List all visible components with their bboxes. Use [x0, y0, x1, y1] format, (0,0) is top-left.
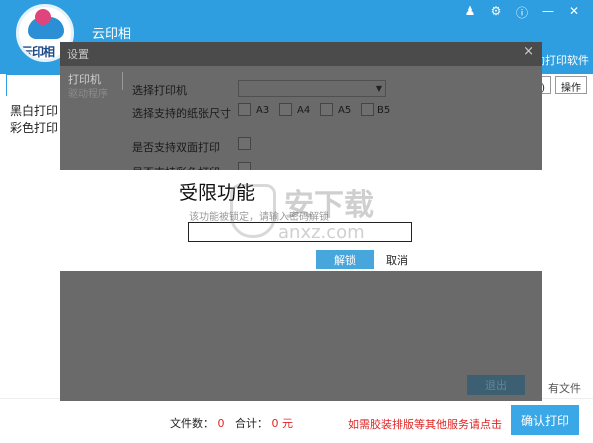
confirm-print-button[interactable]: 确认打印 [511, 405, 579, 435]
exit-button[interactable]: 退出 [467, 375, 525, 395]
watermark-cn: 安下载 [284, 188, 374, 223]
window-controls: ♟ ⚙ ⓘ — ✕ [463, 4, 581, 21]
cloud-icon [28, 9, 64, 39]
list-item-bw[interactable]: 黑白打印 [10, 103, 58, 120]
list-item-color[interactable]: 彩色打印 [10, 120, 58, 137]
watermark-en: anxz.com [278, 222, 365, 243]
checkbox-a5[interactable] [320, 103, 333, 116]
settings-title: 设置 [67, 48, 89, 61]
footer-stats: 文件数： 0 合计： 0 元 [170, 415, 293, 431]
nav-divider [122, 72, 123, 90]
nav-item-printer[interactable]: 打印机 [68, 72, 122, 87]
settings-side-nav: 打印机 驱动程序 [68, 72, 122, 102]
footer-bar: 文件数： 0 合计： 0 元 如需胶装排版等其他服务请点击 确认打印 [0, 398, 593, 443]
column-action: 操作 [555, 76, 587, 94]
watermark: 安下载 anxz.com [230, 178, 410, 258]
checkbox-a3[interactable] [238, 103, 251, 116]
left-tab[interactable] [6, 74, 61, 96]
checkbox-a4[interactable] [279, 103, 292, 116]
info-icon[interactable]: ⓘ [515, 4, 529, 21]
size-label-a4: A4 [297, 105, 311, 116]
settings-close-icon[interactable]: × [523, 44, 534, 59]
checkbox-duplex[interactable] [238, 137, 251, 150]
shield-icon [230, 184, 276, 238]
file-count: 0 [217, 417, 225, 430]
gear-icon[interactable]: ⚙ [489, 4, 503, 21]
all-files-label[interactable]: 有文件 [548, 380, 581, 396]
duplex-label: 是否支持双面打印 [132, 141, 220, 154]
size-label-a3: A3 [256, 105, 270, 116]
size-label-a5: A5 [338, 105, 352, 116]
close-icon[interactable]: ✕ [567, 4, 581, 21]
app-title: 云印相 [92, 27, 132, 42]
checkbox-b5[interactable] [361, 103, 374, 116]
total-label: 合计： [235, 417, 268, 430]
select-printer-label: 选择打印机 [132, 84, 187, 97]
user-group-icon[interactable]: ♟ [463, 4, 477, 21]
file-count-label: 文件数： [170, 417, 214, 430]
minimize-icon[interactable]: — [541, 4, 555, 21]
paper-size-label: 选择支持的纸张尺寸 [132, 107, 231, 120]
settings-titlebar: 设置 × [60, 42, 542, 66]
print-type-list: 黑白打印 彩色打印 [10, 103, 58, 137]
service-link[interactable]: 如需胶装排版等其他服务请点击 [348, 416, 502, 432]
select-printer-row: 选择打印机 [132, 82, 187, 98]
total-value: 0 元 [271, 417, 294, 430]
promo-text[interactable]: 助打印软件 [534, 52, 589, 68]
printer-select[interactable]: ▼ [238, 80, 386, 97]
size-label-b5: B5 [377, 105, 391, 116]
chevron-down-icon: ▼ [375, 84, 382, 93]
nav-item-driver[interactable]: 驱动程序 [68, 87, 122, 102]
